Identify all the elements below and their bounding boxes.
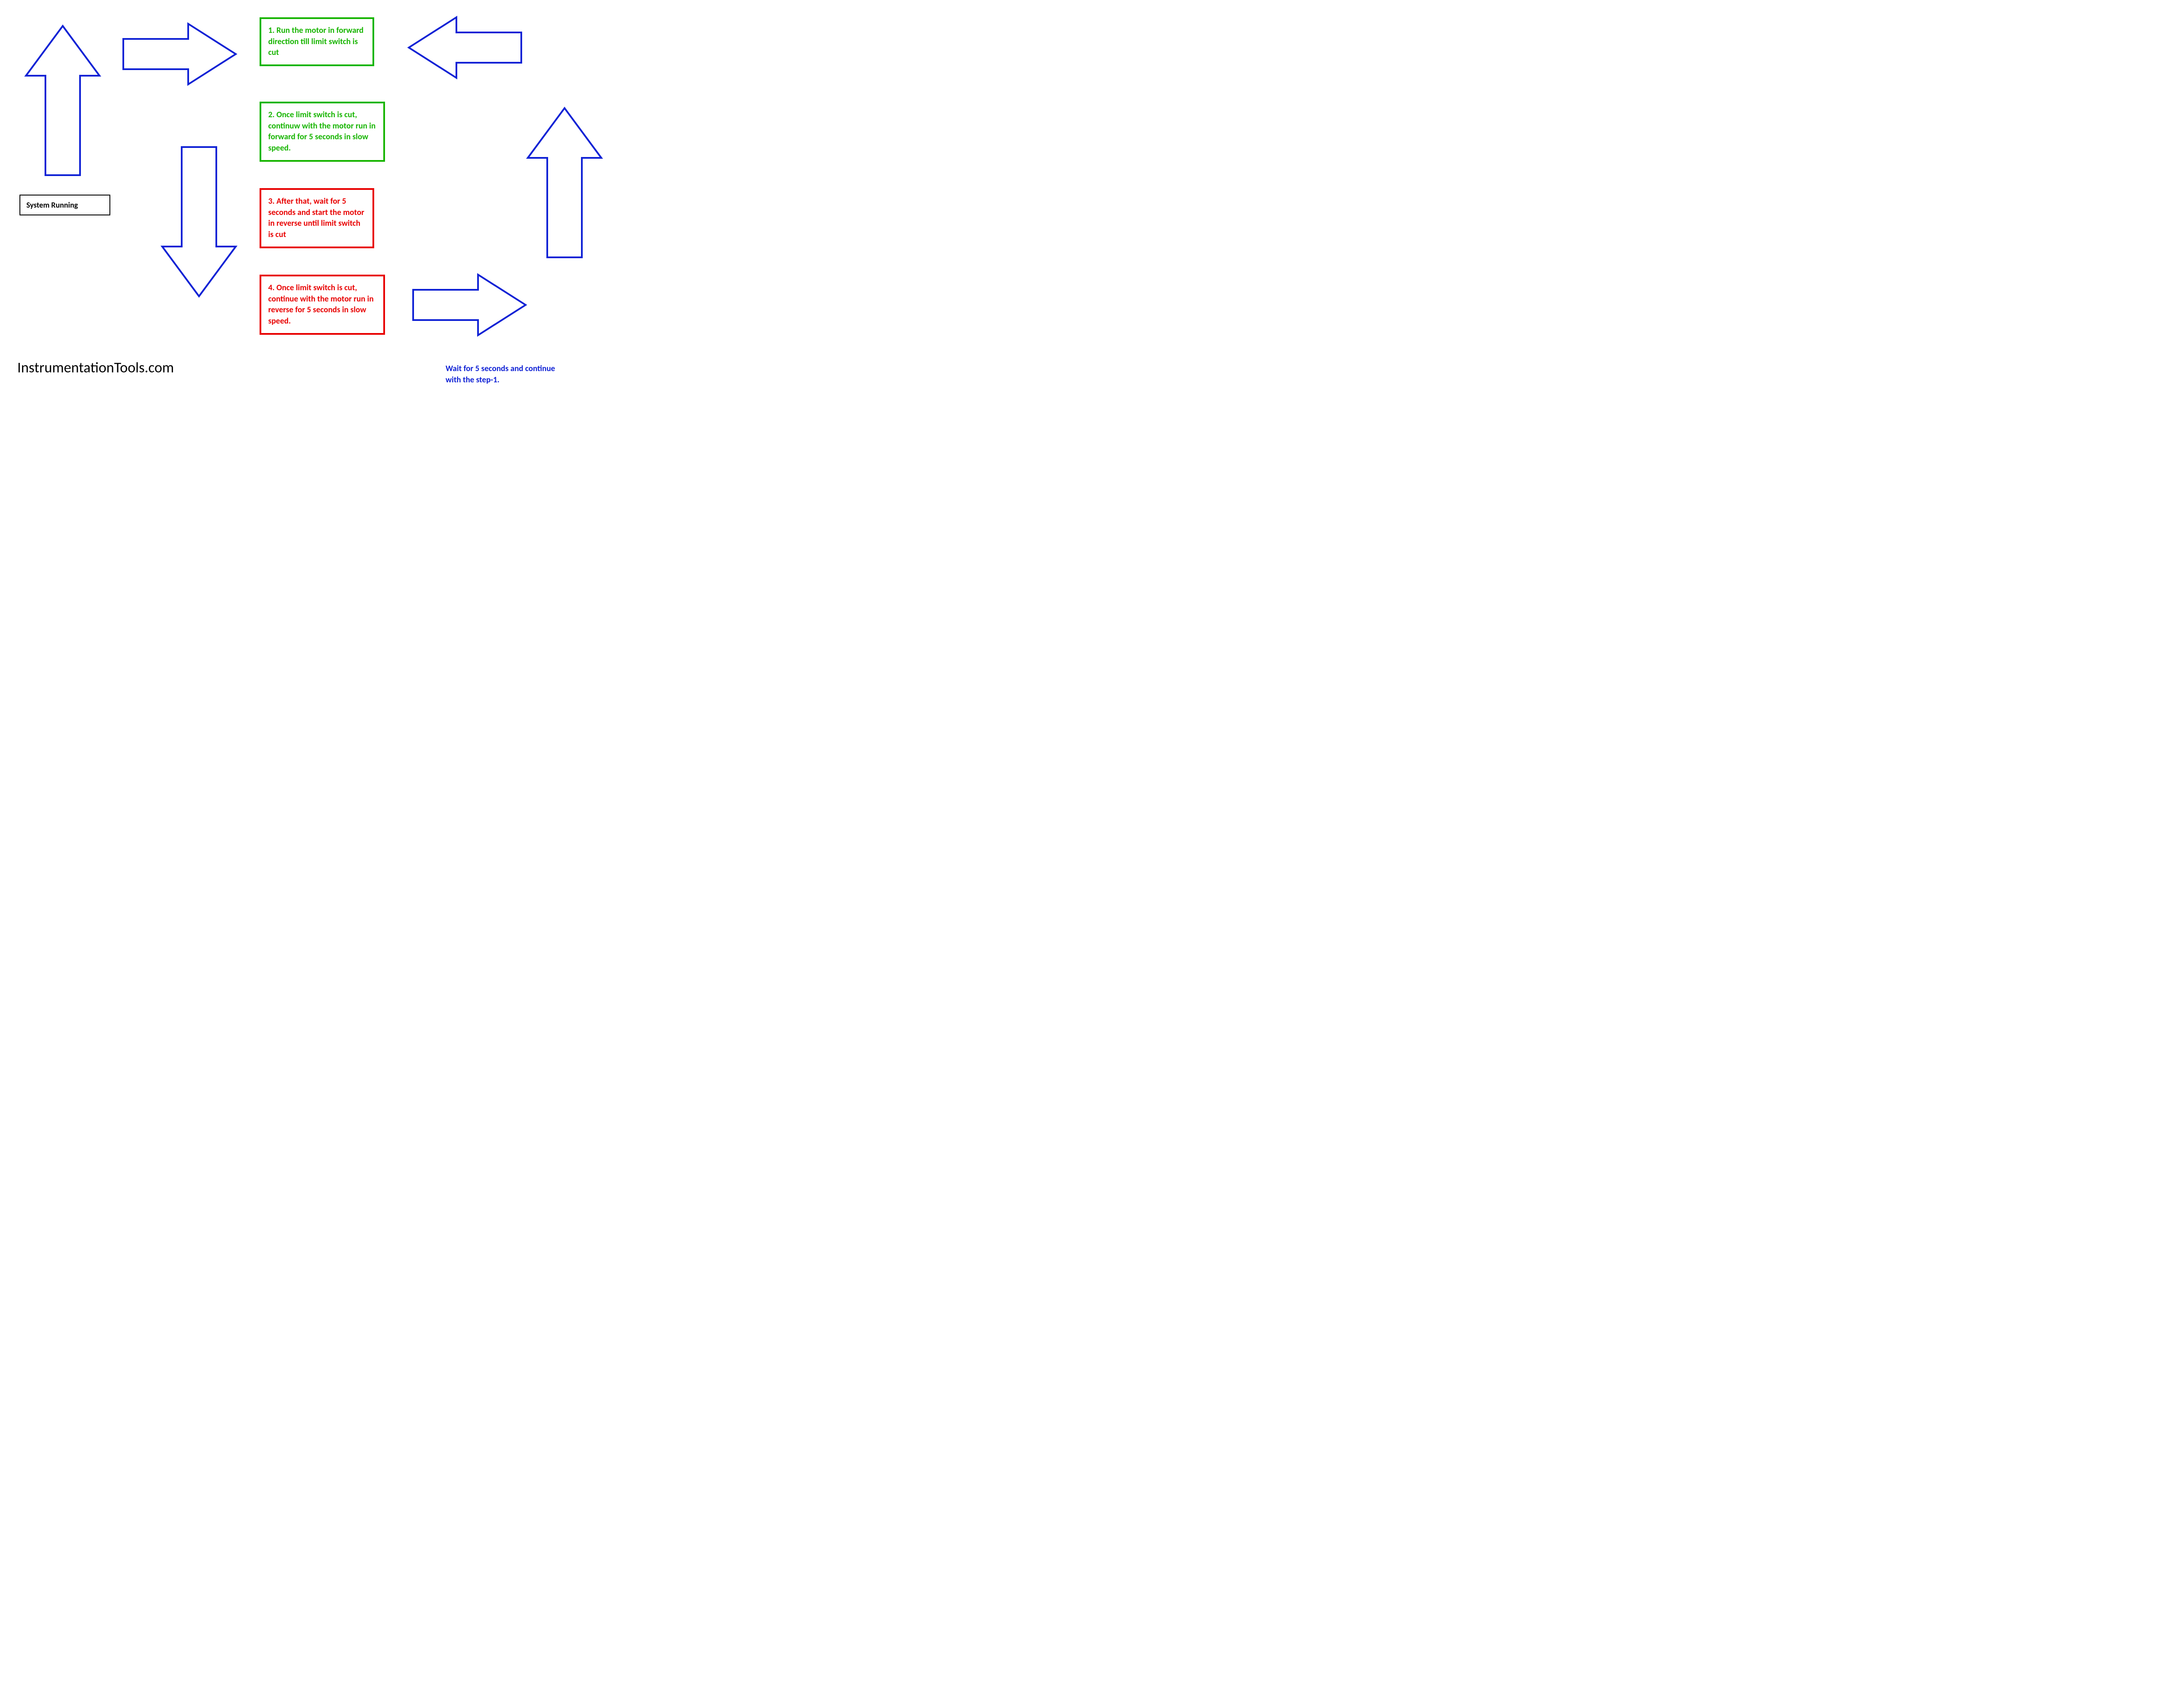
label-system-running: System Running [19,195,110,215]
step-3-text: 3. After that, wait for 5 seconds and st… [268,196,364,240]
step-1-text: 1. Run the motor in forward direction ti… [268,26,363,58]
arrow-left-top-right [407,15,523,80]
step-4-box: 4. Once limit switch is cut, continue wi… [260,275,385,335]
source-label-text: InstrumentationTools.com [17,359,174,377]
step-4-text: 4. Once limit switch is cut, continue wi… [268,283,374,326]
instruction-text: Wait for 5 seconds and continue with the… [446,363,562,385]
arrow-up-left [24,24,102,179]
arrow-right-bottom [411,272,528,337]
step-2-text: 2. Once limit switch is cut, continuw wi… [268,110,375,153]
step-2-box: 2. Once limit switch is cut, continuw wi… [260,102,385,162]
arrow-right-top [121,22,238,87]
step-3-box: 3. After that, wait for 5 seconds and st… [260,188,374,248]
arrow-up-right [526,106,603,262]
arrow-down-middle [160,143,238,298]
label-system-running-text: System Running [26,200,78,210]
source-label: InstrumentationTools.com [17,359,174,377]
step-1-box: 1. Run the motor in forward direction ti… [260,17,374,66]
instruction-text-content: Wait for 5 seconds and continue with the… [446,364,555,385]
diagram-canvas: System Running 1. Run the motor in forwa… [0,0,628,401]
